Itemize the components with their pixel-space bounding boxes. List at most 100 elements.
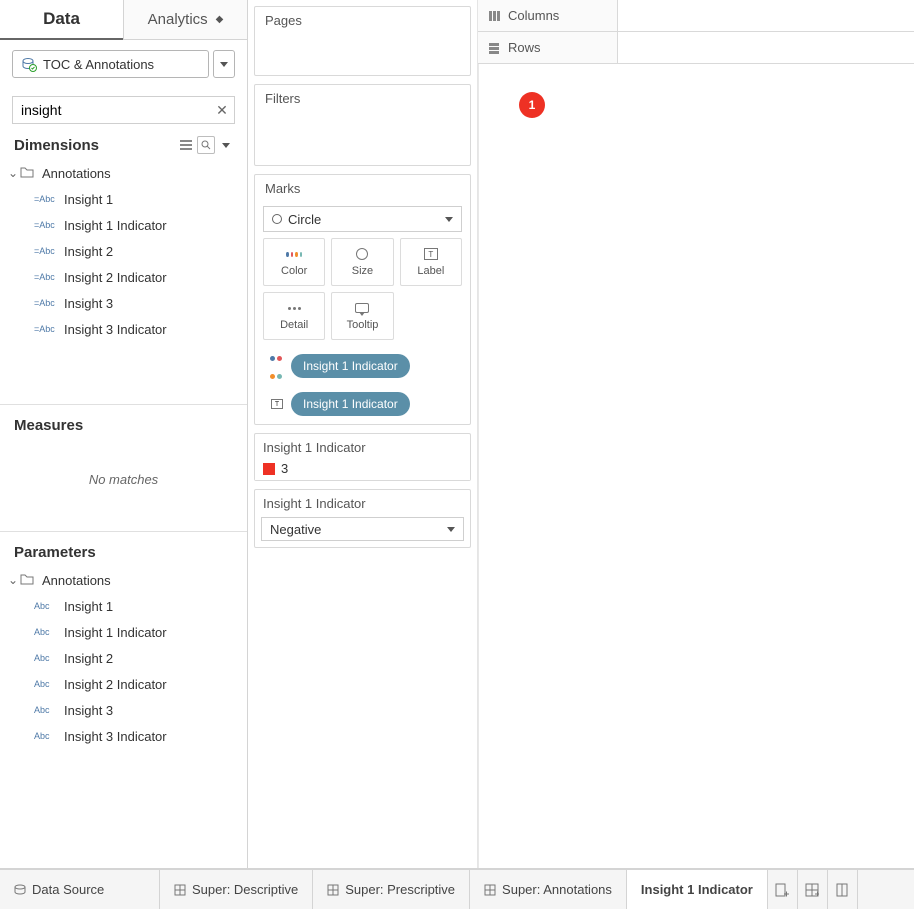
field-label: Insight 2	[64, 244, 113, 259]
marks-detail-button[interactable]: Detail	[263, 292, 325, 340]
datasource-icon	[21, 56, 37, 72]
highlighter-title: Insight 1 Indicator	[255, 490, 470, 513]
columns-shelf[interactable]	[618, 0, 914, 31]
pages-card[interactable]: Pages	[254, 6, 471, 76]
marks-color-button[interactable]: Color	[263, 238, 325, 286]
color-icon	[285, 247, 303, 261]
field-type-icon: Abc	[34, 324, 56, 334]
field-label: Insight 1 Indicator	[64, 625, 167, 640]
dimensions-find-button[interactable]	[197, 136, 215, 154]
datasource-selector[interactable]: TOC & Annotations	[12, 50, 209, 78]
rows-icon	[488, 42, 500, 54]
tab-label: Super: Prescriptive	[345, 882, 455, 897]
measures-nomatch: No matches	[0, 438, 247, 531]
tooltip-label: Tooltip	[347, 319, 379, 331]
field-label: Insight 2	[64, 651, 113, 666]
parameter-field[interactable]: Abc Insight 1 Indicator	[0, 619, 247, 645]
new-dashboard-button[interactable]	[798, 870, 828, 909]
field-label: Insight 3 Indicator	[64, 729, 167, 744]
data-point[interactable]: 1	[519, 92, 545, 118]
sheet-tab[interactable]: Super: Descriptive	[160, 870, 313, 909]
data-tab-label: Data	[43, 9, 80, 29]
size-icon	[353, 247, 371, 261]
analytics-sort-icon: ◆	[216, 14, 224, 25]
circle-icon	[272, 214, 282, 224]
marks-tooltip-button[interactable]: Tooltip	[331, 292, 393, 340]
sheet-tab[interactable]: Super: Prescriptive	[313, 870, 470, 909]
datasource-label: TOC & Annotations	[43, 57, 154, 72]
marks-card: Marks Circle Color Size TLabel Detail To…	[254, 174, 471, 425]
marks-label-button[interactable]: TLabel	[400, 238, 462, 286]
dimension-field[interactable]: Abc Insight 2 Indicator	[0, 264, 247, 290]
color-swatch	[263, 463, 275, 475]
parameters-folder[interactable]: Annotations	[0, 567, 247, 593]
legend-value: 3	[281, 461, 288, 476]
clear-search-button[interactable]: ✕	[210, 102, 234, 119]
field-label: Insight 1 Indicator	[64, 218, 167, 233]
dimensions-menu[interactable]	[217, 136, 235, 154]
folder-icon	[20, 166, 36, 181]
field-type-icon: Abc	[34, 679, 56, 689]
legend-item[interactable]: 3	[255, 457, 470, 480]
field-type-icon: Abc	[34, 627, 56, 637]
dimensions-folder[interactable]: Annotations	[0, 160, 247, 186]
highlighter-dropdown[interactable]: Negative	[261, 517, 464, 541]
analytics-tab[interactable]: Analytics ◆	[123, 0, 247, 40]
filters-title: Filters	[255, 85, 470, 112]
marks-size-button[interactable]: Size	[331, 238, 393, 286]
color-mark-icon[interactable]	[269, 348, 285, 384]
dimension-field[interactable]: Abc Insight 2	[0, 238, 247, 264]
pages-title: Pages	[255, 7, 470, 34]
datasource-icon	[14, 884, 26, 896]
tab-label: Insight 1 Indicator	[641, 882, 753, 897]
data-tab[interactable]: Data	[0, 0, 123, 40]
detail-label: Detail	[280, 319, 308, 331]
rows-shelf-label: Rows	[478, 32, 618, 63]
highlighter-value: Negative	[270, 522, 321, 537]
color-legend-title: Insight 1 Indicator	[255, 434, 470, 457]
field-type-icon: Abc	[34, 272, 56, 282]
parameter-field[interactable]: AbcInsight 3	[0, 697, 247, 723]
dimension-field[interactable]: AbcInsight 3	[0, 290, 247, 316]
parameter-field[interactable]: AbcInsight 3 Indicator	[0, 723, 247, 749]
analytics-tab-label: Analytics	[148, 11, 208, 28]
filters-card[interactable]: Filters	[254, 84, 471, 166]
dimensions-view-toggle[interactable]	[177, 136, 195, 154]
parameters-title: Parameters	[14, 544, 96, 561]
field-type-icon: Abc	[34, 246, 56, 256]
field-label: Insight 2 Indicator	[64, 270, 167, 285]
field-type-icon: Abc	[34, 220, 56, 230]
columns-shelf-label: Columns	[478, 0, 618, 31]
data-source-tab[interactable]: Data Source	[0, 870, 160, 909]
search-field: ✕	[12, 96, 235, 124]
detail-icon	[285, 301, 303, 315]
parameter-field[interactable]: AbcInsight 2 Indicator	[0, 671, 247, 697]
rows-shelf[interactable]	[618, 32, 914, 63]
tab-label: Super: Descriptive	[192, 882, 298, 897]
parameter-field[interactable]: AbcInsight 1	[0, 593, 247, 619]
sheet-tab[interactable]: Super: Annotations	[470, 870, 627, 909]
marks-pill[interactable]: Insight 1 Indicator	[291, 392, 410, 416]
view-canvas[interactable]: 1	[478, 64, 914, 868]
rows-text: Rows	[508, 40, 541, 55]
folder-label: Annotations	[42, 166, 111, 181]
sheet-tab[interactable]: Insight 1 Indicator	[627, 870, 768, 909]
dimension-field[interactable]: AbcInsight 3 Indicator	[0, 316, 247, 342]
mark-type-label: Circle	[288, 212, 321, 227]
color-legend-card: Insight 1 Indicator 3	[254, 433, 471, 481]
new-story-button[interactable]	[828, 870, 858, 909]
field-type-icon: Abc	[34, 194, 56, 204]
mark-type-dropdown[interactable]: Circle	[263, 206, 462, 232]
dimension-field[interactable]: AbcInsight 1	[0, 186, 247, 212]
new-worksheet-button[interactable]	[768, 870, 798, 909]
parameter-field[interactable]: Abc Insight 2	[0, 645, 247, 671]
label-mark-icon[interactable]: T	[269, 399, 285, 409]
datasource-dropdown[interactable]	[213, 50, 235, 78]
tab-label: Super: Annotations	[502, 882, 612, 897]
marks-pill[interactable]: Insight 1 Indicator	[291, 354, 410, 378]
field-type-icon: Abc	[34, 653, 56, 663]
chevron-down-icon	[220, 62, 228, 67]
dimension-field[interactable]: Abc Insight 1 Indicator	[0, 212, 247, 238]
search-input[interactable]	[13, 102, 210, 118]
color-label: Color	[281, 265, 307, 277]
